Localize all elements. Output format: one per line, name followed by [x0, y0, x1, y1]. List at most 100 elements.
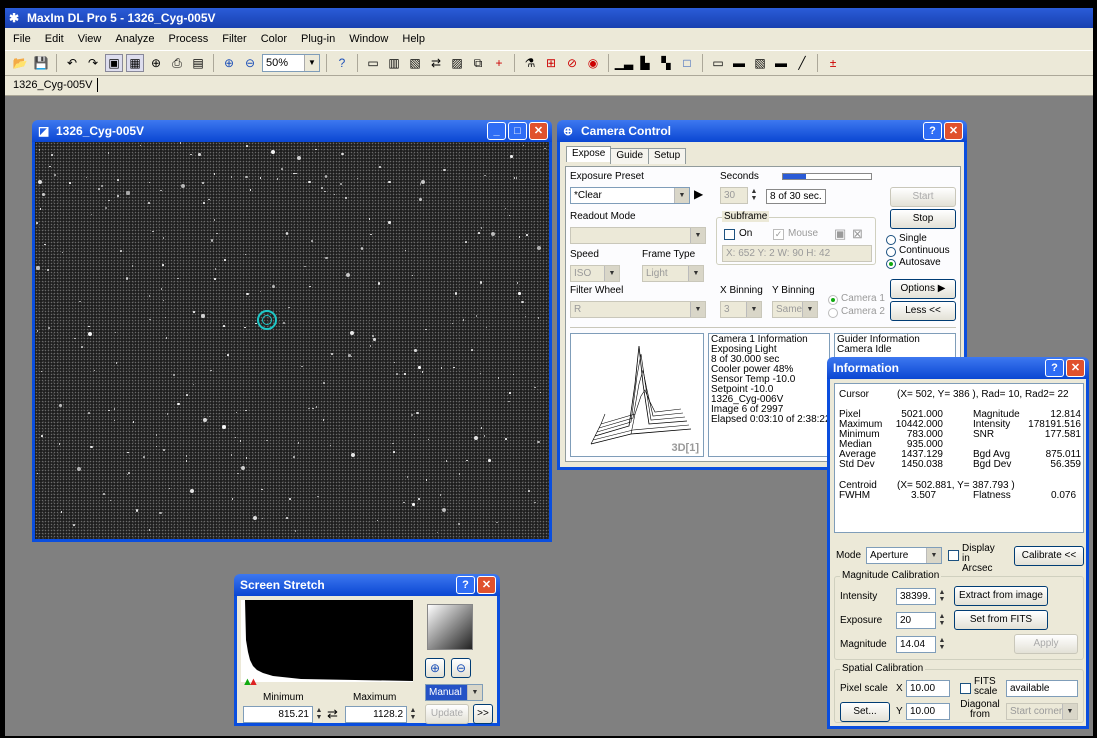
- spinner-icon[interactable]: ▲ ▼: [748, 188, 760, 203]
- intensity-input[interactable]: 38399.: [896, 588, 936, 605]
- tool-icon[interactable]: ▬: [772, 54, 790, 72]
- seconds-input[interactable]: 30: [720, 187, 748, 204]
- filter-select[interactable]: R ▼: [570, 301, 706, 318]
- calibrate-button[interactable]: Calibrate <<: [1014, 546, 1084, 566]
- x-binning-select[interactable]: 3 ▼: [720, 301, 762, 318]
- minimum-input[interactable]: 815.21: [243, 706, 313, 723]
- tab-expose[interactable]: Expose: [566, 146, 612, 162]
- tool-icon[interactable]: ▭: [709, 54, 727, 72]
- zoom-select[interactable]: 50% ▼: [262, 54, 320, 72]
- tool-icon[interactable]: ⊞: [542, 54, 560, 72]
- minimize-icon[interactable]: _: [487, 122, 506, 140]
- screen-stretch-titlebar[interactable]: Screen Stretch ? ✕: [234, 574, 500, 596]
- camera1-radio[interactable]: [828, 295, 838, 305]
- save-icon[interactable]: 💾: [32, 54, 50, 72]
- properties-icon[interactable]: ▤: [189, 54, 207, 72]
- tool-icon[interactable]: ▙: [636, 54, 654, 72]
- speed-select[interactable]: ISO ▼: [570, 265, 620, 282]
- screen-stretch-icon[interactable]: ▣: [105, 54, 123, 72]
- menu-color[interactable]: Color: [261, 33, 287, 45]
- menu-edit[interactable]: Edit: [45, 33, 64, 45]
- y-binning-select[interactable]: Same ▼: [772, 301, 818, 318]
- line-icon[interactable]: ╱: [793, 54, 811, 72]
- maximize-icon[interactable]: □: [508, 122, 527, 140]
- subframe-clear-icon[interactable]: ⊠: [852, 226, 863, 242]
- stretch-mode-select[interactable]: Manual ▼: [425, 684, 483, 701]
- tool-icon[interactable]: ⇄: [427, 54, 445, 72]
- help-icon[interactable]: ?: [1045, 359, 1064, 377]
- spinner-icon[interactable]: ▲ ▼: [407, 707, 419, 722]
- single-radio[interactable]: [886, 235, 896, 245]
- context-help-icon[interactable]: ?: [333, 54, 351, 72]
- subframe-on-checkbox[interactable]: [724, 229, 735, 240]
- menu-filter[interactable]: Filter: [222, 33, 246, 45]
- zoom-out-icon[interactable]: ⊖: [451, 658, 471, 678]
- menu-plugin[interactable]: Plug-in: [301, 33, 335, 45]
- tool-icon[interactable]: ▚: [657, 54, 675, 72]
- redo-icon[interactable]: ↷: [84, 54, 102, 72]
- zoom-in-icon[interactable]: ⊕: [425, 658, 445, 678]
- help-icon[interactable]: ?: [923, 122, 942, 140]
- set-from-fits-button[interactable]: Set from FITS: [954, 610, 1048, 630]
- undo-icon[interactable]: ↶: [63, 54, 81, 72]
- spinner-icon[interactable]: ▲ ▼: [936, 613, 948, 628]
- max-marker-icon[interactable]: ▲: [248, 676, 259, 688]
- print-icon[interactable]: ⎙: [168, 54, 186, 72]
- exposure-input[interactable]: 20: [896, 612, 936, 629]
- close-icon[interactable]: ✕: [1066, 359, 1085, 377]
- autosave-radio[interactable]: [886, 259, 896, 269]
- tab-setup[interactable]: Setup: [648, 148, 687, 164]
- apply-button[interactable]: Apply: [1014, 634, 1078, 654]
- play-arrow-icon[interactable]: ▶: [694, 187, 703, 201]
- tool-icon[interactable]: ▭: [364, 54, 382, 72]
- tool-icon[interactable]: □: [678, 54, 696, 72]
- more-button[interactable]: >>: [473, 704, 493, 724]
- tool-icon[interactable]: ▨: [448, 54, 466, 72]
- start-button[interactable]: Start: [890, 187, 956, 207]
- star-field-image[interactable]: [35, 142, 549, 539]
- tool-icon[interactable]: ▬: [730, 54, 748, 72]
- mode-select[interactable]: Aperture ▼: [866, 547, 942, 564]
- set-button[interactable]: Set...: [840, 702, 890, 722]
- subframe-select-icon[interactable]: ▣: [834, 226, 846, 242]
- mouse-checkbox[interactable]: ✓: [773, 229, 784, 240]
- maximum-input[interactable]: 1128.2: [345, 706, 407, 723]
- tool-icon[interactable]: ⚗: [521, 54, 539, 72]
- extract-from-image-button[interactable]: Extract from image: [954, 586, 1048, 606]
- tool-icon[interactable]: ▧: [406, 54, 424, 72]
- camera-control-icon[interactable]: ⊕: [147, 54, 165, 72]
- histogram-icon[interactable]: ▁▃: [615, 54, 633, 72]
- plus-icon[interactable]: +: [490, 54, 508, 72]
- tool-icon[interactable]: ▧: [751, 54, 769, 72]
- frame-type-select[interactable]: Light ▼: [642, 265, 704, 282]
- zoom-in-icon[interactable]: ⊕: [220, 54, 238, 72]
- close-icon[interactable]: ✕: [477, 576, 496, 594]
- pixel-scale-y-input[interactable]: 10.00: [906, 703, 950, 720]
- swap-icon[interactable]: ⇄: [327, 706, 338, 722]
- help-icon[interactable]: ?: [456, 576, 475, 594]
- menu-window[interactable]: Window: [349, 33, 388, 45]
- spinner-icon[interactable]: ▲ ▼: [936, 637, 948, 652]
- less-button[interactable]: Less <<: [890, 301, 956, 321]
- exposure-preset-select[interactable]: *Clear ▼: [570, 187, 690, 204]
- readout-mode-select[interactable]: ▼: [570, 227, 706, 244]
- spinner-icon[interactable]: ▲ ▼: [313, 707, 325, 722]
- diagonal-from-select[interactable]: Start corner ▼: [1006, 703, 1078, 720]
- pixel-scale-x-input[interactable]: 10.00: [906, 680, 950, 697]
- information-icon[interactable]: ▦: [126, 54, 144, 72]
- menu-help[interactable]: Help: [402, 33, 425, 45]
- information-titlebar[interactable]: Information ? ✕: [827, 357, 1089, 379]
- menu-file[interactable]: File: [13, 33, 31, 45]
- menu-analyze[interactable]: Analyze: [115, 33, 154, 45]
- zoom-out-icon[interactable]: ⊖: [241, 54, 259, 72]
- magnitude-input[interactable]: 14.04: [896, 636, 936, 653]
- display-arcsec-checkbox[interactable]: [948, 550, 959, 561]
- spinner-icon[interactable]: ▲ ▼: [936, 589, 948, 604]
- close-icon[interactable]: ✕: [944, 122, 963, 140]
- fits-scale-checkbox[interactable]: [960, 683, 971, 694]
- tool-icon[interactable]: ⧉: [469, 54, 487, 72]
- tool-icon[interactable]: ▥: [385, 54, 403, 72]
- image-window-titlebar[interactable]: ◪ 1326_Cyg-005V _ □ ✕: [32, 120, 552, 142]
- update-button[interactable]: Update: [425, 704, 469, 724]
- camera2-radio[interactable]: [828, 308, 838, 318]
